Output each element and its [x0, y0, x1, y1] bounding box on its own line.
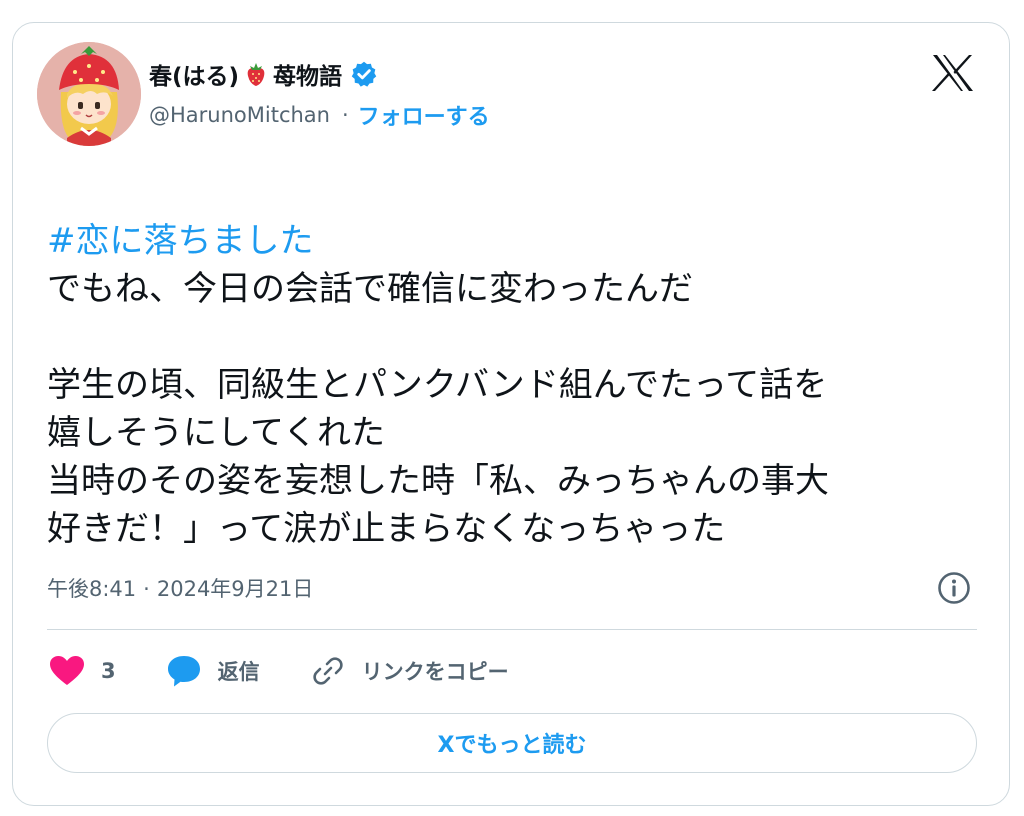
author-handle[interactable]: @HarunoMitchan — [149, 103, 330, 127]
display-name-part1[interactable]: 春(はる) — [149, 57, 239, 91]
info-icon[interactable] — [937, 571, 971, 605]
tweet-line: 嬉しそうにしてくれた — [47, 413, 385, 453]
reply-label: 返信 — [217, 660, 260, 684]
copy-link-label: リンクをコピー — [361, 660, 509, 684]
tweet-line: 学生の頃、同級生とパンクバンド組んでたって話を — [47, 365, 828, 405]
copy-link-button[interactable]: リンクをコピー — [308, 651, 509, 691]
display-name-part2[interactable]: 苺物語 — [273, 57, 342, 91]
reply-button[interactable]: 返信 — [164, 651, 260, 691]
author-handle-row: @HarunoMitchan · フォローする — [149, 99, 490, 131]
x-logo-icon[interactable] — [931, 53, 975, 93]
strawberry-icon — [245, 61, 267, 87]
timestamp-separator: · — [143, 577, 150, 601]
tweet-date[interactable]: 2024年9月21日 — [157, 577, 314, 601]
author-name-row[interactable]: 春(はる) 苺物語 — [149, 57, 378, 91]
handle-separator: · — [341, 103, 349, 127]
tweet-embed-card: 春(はる) 苺物語 @HarunoMitchan · フォローする #恋に落ちま… — [12, 22, 1010, 806]
like-button[interactable]: 3 — [47, 651, 116, 691]
link-icon — [308, 651, 348, 691]
reply-bubble-icon — [164, 651, 204, 691]
tweet-time[interactable]: 午後8:41 — [47, 577, 136, 601]
avatar[interactable] — [37, 42, 141, 146]
tweet-line: 好きだ！」って涙が止まらなくなっちゃった — [47, 509, 726, 549]
divider — [47, 629, 977, 630]
verified-badge-icon[interactable] — [350, 60, 378, 88]
follow-button[interactable]: フォローする — [358, 99, 490, 131]
like-count: 3 — [101, 659, 116, 683]
tweet-line: でもね、今日の会話で確信に変わったんだ — [47, 269, 693, 309]
tweet-text: #恋に落ちました でもね、今日の会話で確信に変わったんだ 学生の頃、同級生とパン… — [47, 217, 977, 553]
avatar-illustration — [37, 42, 141, 146]
action-bar: 3 返信 リンクをコピー — [47, 649, 509, 693]
hashtag-link[interactable]: #恋に落ちました — [47, 217, 977, 265]
read-more-on-x-button[interactable]: Xでもっと読む — [47, 713, 977, 773]
tweet-timestamp: 午後8:41 · 2024年9月21日 — [47, 573, 313, 603]
heart-icon — [47, 651, 87, 691]
tweet-line: 当時のその姿を妄想した時「私、みっちゃんの事大 — [47, 461, 829, 501]
